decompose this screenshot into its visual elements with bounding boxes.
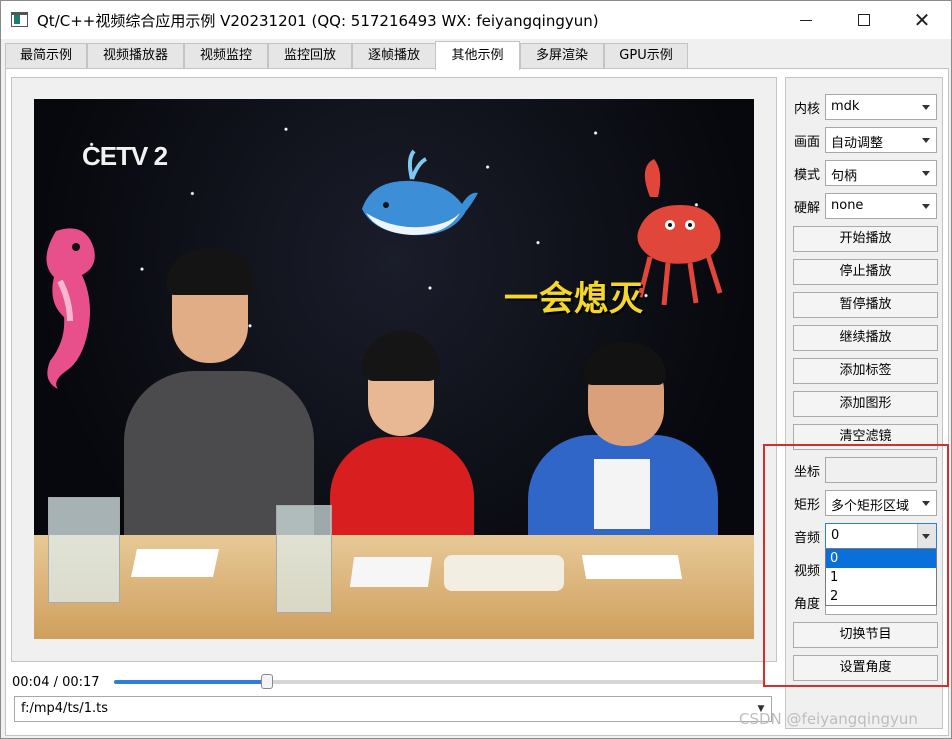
craft-display-case (48, 497, 120, 603)
seahorse-illustration (46, 228, 95, 389)
tab-multi-screen[interactable]: 多屏渲染 (520, 43, 604, 69)
add-shape-button[interactable]: 添加图形 (793, 391, 938, 417)
progress-slider-handle[interactable] (260, 674, 273, 689)
tab-video-player[interactable]: 视频播放器 (87, 43, 184, 69)
chevron-down-icon (922, 105, 930, 110)
video-frame: CETV 2 一会熄灭 (11, 77, 777, 662)
stop-play-button[interactable]: 停止播放 (793, 259, 938, 285)
pause-play-button[interactable]: 暂停播放 (793, 292, 938, 318)
table-paper (349, 557, 433, 587)
title-bar: Qt/C++视频综合应用示例 V20231201 (QQ: 517216493 … (1, 1, 951, 39)
chevron-down-icon (922, 171, 930, 176)
watermark: CSDN @feiyangqingyun (739, 710, 918, 728)
chevron-down-icon (922, 204, 930, 209)
video-caption: 一会熄灭 (504, 279, 644, 319)
hwdecode-select[interactable]: none (825, 193, 937, 219)
craft-display-case (276, 505, 332, 613)
close-icon: ✕ (913, 8, 931, 32)
tab-bar: 最简示例 视频播放器 视频监控 监控回放 逐帧播放 其他示例 多屏渲染 GPU示… (1, 41, 951, 70)
close-button[interactable]: ✕ (893, 1, 951, 39)
mode-value: 句柄 (831, 169, 858, 184)
table-puzzle (444, 555, 564, 591)
start-play-button[interactable]: 开始播放 (793, 226, 938, 252)
minimize-button[interactable] (777, 1, 835, 39)
progress-slider[interactable] (114, 674, 764, 689)
tab-monitor-playback[interactable]: 监控回放 (268, 43, 352, 69)
media-url-combo[interactable]: f:/mp4/ts/1.ts ▼ (14, 696, 772, 722)
hwdecode-value: none (831, 198, 864, 213)
display-label: 画面 (794, 135, 821, 150)
maximize-button[interactable] (835, 1, 893, 39)
mode-select[interactable]: 句柄 (825, 160, 937, 186)
display-value: 自动调整 (831, 136, 884, 151)
window-title: Qt/C++视频综合应用示例 V20231201 (QQ: 517216493 … (37, 12, 599, 30)
highlight-annotation (763, 444, 949, 687)
maximize-icon (858, 14, 870, 26)
minimize-icon (800, 19, 812, 21)
add-label-button[interactable]: 添加标签 (793, 358, 938, 384)
table-paper (581, 555, 683, 579)
tab-simplest[interactable]: 最简示例 (5, 43, 87, 69)
main-window: Qt/C++视频综合应用示例 V20231201 (QQ: 517216493 … (0, 0, 952, 739)
video-display[interactable]: CETV 2 一会熄灭 (34, 99, 754, 639)
resume-play-button[interactable]: 继续播放 (793, 325, 938, 351)
whale-illustration (362, 149, 478, 236)
table-paper (131, 549, 219, 577)
media-url-value: f:/mp4/ts/1.ts (21, 701, 108, 716)
channel-logo: CETV 2 (82, 141, 168, 171)
kernel-label: 内核 (794, 102, 821, 117)
app-icon (11, 12, 28, 27)
tab-gpu[interactable]: GPU示例 (604, 43, 688, 69)
kernel-select[interactable]: mdk (825, 94, 937, 120)
tab-other-examples[interactable]: 其他示例 (435, 41, 520, 70)
mode-label: 模式 (794, 168, 821, 183)
kernel-value: mdk (831, 99, 860, 114)
tab-frame-step[interactable]: 逐帧播放 (352, 43, 436, 69)
hwdecode-label: 硬解 (794, 201, 821, 216)
chevron-down-icon (922, 138, 930, 143)
progress-slider-fill (114, 680, 267, 684)
tab-video-monitor[interactable]: 视频监控 (184, 43, 268, 69)
display-select[interactable]: 自动调整 (825, 127, 937, 153)
playback-time: 00:04 / 00:17 (12, 675, 100, 690)
boy-shirt (594, 459, 650, 529)
